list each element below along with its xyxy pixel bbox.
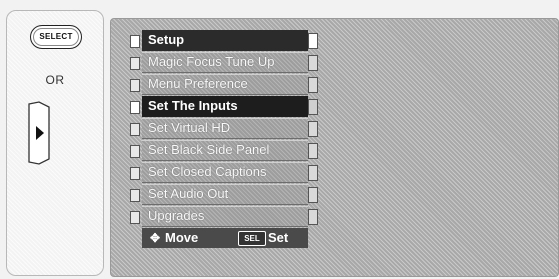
menu-item-magic-focus[interactable]: Magic Focus Tune Up [128,52,318,73]
menu-item-set-the-inputs[interactable]: Set The Inputs [128,96,318,117]
scroll-marker-icon [308,187,318,203]
select-button[interactable]: SELECT [30,25,82,49]
setup-menu: Setup Magic Focus Tune Up Menu Preferenc… [128,30,318,248]
scroll-marker-icon [308,121,318,137]
menu-title-row: Setup [128,30,318,51]
menu-item-set-audio-out[interactable]: Set Audio Out [128,184,318,205]
move-arrows-icon: ✥ [150,231,161,245]
menu-bullet-icon [130,167,140,180]
scroll-marker-icon [308,165,318,181]
right-arrow-button-icon[interactable] [27,101,51,165]
menu-item-label: Upgrades [148,208,205,223]
menu-footer: ✥ Move SEL Set [142,228,308,248]
scroll-marker-icon [308,77,318,93]
scroll-marker-icon [308,209,318,225]
sel-key-icon: SEL [238,231,266,246]
menu-item-label: Set Black Side Panel [148,142,270,157]
menu-item-menu-preference[interactable]: Menu Preference [128,74,318,95]
scroll-marker-icon [308,99,318,115]
menu-item-set-closed-captions[interactable]: Set Closed Captions [128,162,318,183]
menu-bullet-icon [130,79,140,92]
menu-item-label: Set Closed Captions [148,164,267,179]
remote-instructions-panel: SELECT OR [6,10,104,276]
menu-bullet-icon [130,57,140,70]
footer-move-label: Move [165,230,199,245]
menu-item-set-virtual-hd[interactable]: Set Virtual HD [128,118,318,139]
menu-item-set-black-side-panel[interactable]: Set Black Side Panel [128,140,318,161]
menu-bullet-icon [130,189,140,202]
menu-bullet-icon [130,35,140,48]
menu-bullet-icon [130,123,140,136]
menu-item-label: Set Virtual HD [148,120,231,135]
scroll-marker-icon [308,55,318,71]
menu-item-label: Menu Preference [148,76,248,91]
menu-bullet-icon [130,211,140,224]
menu-item-label: Set Audio Out [148,186,229,201]
footer-set-label: Set [268,230,289,245]
menu-item-label: Magic Focus Tune Up [148,54,275,69]
scroll-marker-icon [308,143,318,159]
menu-bullet-icon [130,145,140,158]
menu-bullet-icon [130,101,140,114]
menu-item-label: Set The Inputs [148,98,238,113]
scroll-marker-icon [308,33,318,49]
menu-title: Setup [148,32,185,47]
or-label: OR [45,73,65,87]
menu-item-upgrades[interactable]: Upgrades [128,206,318,227]
